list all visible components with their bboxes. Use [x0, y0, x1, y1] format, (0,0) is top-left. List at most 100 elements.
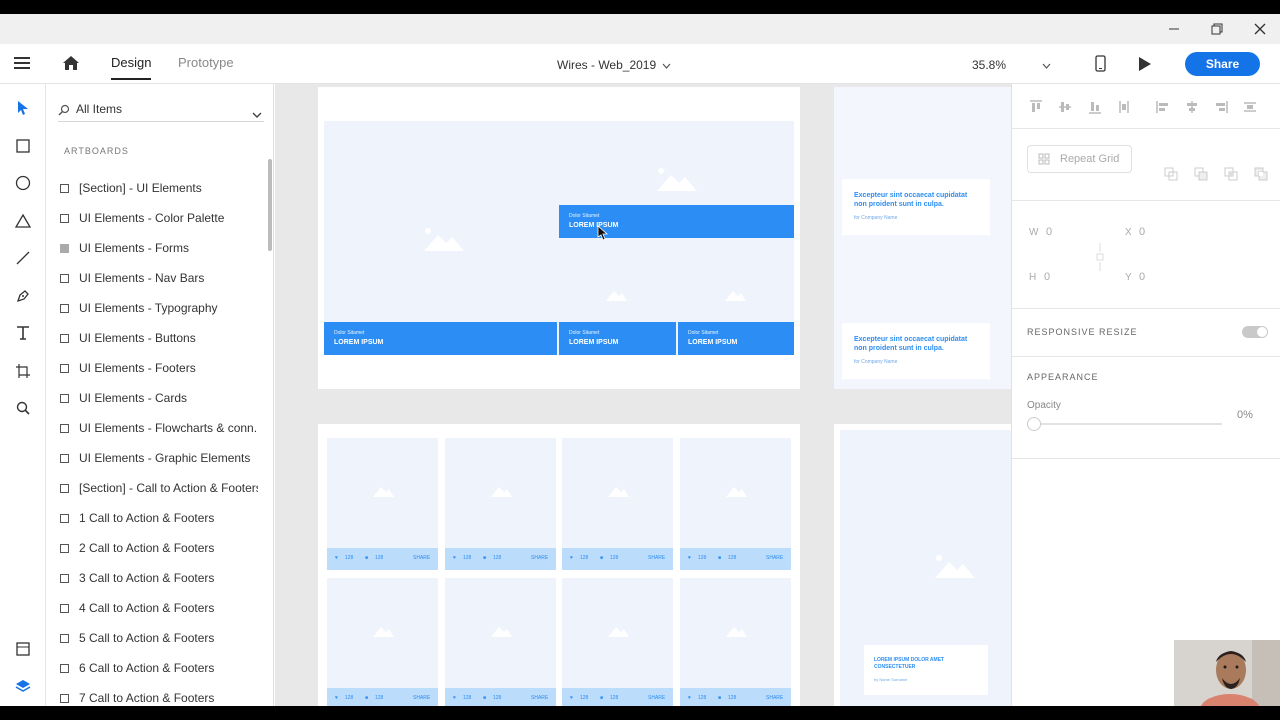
layer-item[interactable]: 3 Call to Action & Footers — [58, 566, 258, 590]
y-field[interactable]: 0 — [1139, 271, 1145, 283]
layer-item[interactable]: 1 Call to Action & Footers — [58, 506, 258, 530]
distribute-vertical-icon[interactable] — [1117, 100, 1131, 114]
align-right-icon[interactable] — [1214, 100, 1228, 114]
artboard-icon — [60, 693, 69, 703]
canvas[interactable]: Dolor Sitamet LOREM IPSUM Dolor Sitamet … — [275, 84, 1011, 706]
layer-item[interactable]: 5 Call to Action & Footers — [58, 626, 258, 650]
layer-item[interactable]: UI Elements - Cards — [58, 386, 258, 410]
artboard-icon — [60, 603, 69, 613]
line-tool-icon[interactable] — [11, 246, 35, 270]
align-left-icon[interactable] — [1156, 100, 1170, 114]
share-link[interactable]: SHARE — [413, 695, 430, 701]
share-link[interactable]: SHARE — [413, 555, 430, 561]
boolean-exclude-icon[interactable] — [1254, 167, 1268, 181]
layer-item[interactable]: [Section] - UI Elements — [58, 176, 258, 200]
card-footer: ♥ 128 ■ 128 SHARE — [445, 548, 556, 570]
comments-count: 128 — [610, 555, 619, 561]
zoom-tool-icon[interactable] — [11, 396, 35, 420]
layer-item[interactable]: [Section] - Call to Action & Footers — [58, 476, 258, 500]
align-top-icon[interactable] — [1029, 100, 1043, 114]
repeat-grid-icon — [1038, 153, 1050, 165]
distribute-horizontal-icon[interactable] — [1243, 100, 1257, 114]
layer-item[interactable]: 7 Call to Action & Footers — [58, 686, 258, 706]
layer-item[interactable]: UI Elements - Nav Bars — [58, 266, 258, 290]
device-preview-icon[interactable] — [1095, 55, 1107, 78]
divider — [1012, 356, 1280, 357]
artboard-hero[interactable]: Dolor Sitamet LOREM IPSUM Dolor Sitamet … — [318, 87, 800, 389]
tab-design[interactable]: Design — [111, 55, 152, 80]
hamburger-menu-icon[interactable] — [14, 55, 32, 76]
quote-text: Excepteur sint occaecat cupidatat non pr… — [854, 192, 968, 208]
polygon-tool-icon[interactable] — [11, 209, 35, 233]
zoom-value: 35.8% — [972, 58, 1007, 72]
share-link[interactable]: SHARE — [648, 695, 665, 701]
likes-count: 128 — [345, 695, 354, 701]
tab-prototype[interactable]: Prototype — [178, 55, 234, 70]
layer-item[interactable]: UI Elements - Buttons — [58, 326, 258, 350]
share-link[interactable]: SHARE — [531, 555, 548, 561]
chevron-down-icon[interactable] — [252, 106, 262, 124]
layer-item[interactable]: UI Elements - Footers — [58, 356, 258, 380]
height-label: H — [1029, 272, 1037, 283]
select-tool-icon[interactable] — [11, 96, 35, 120]
layer-item[interactable]: UI Elements - Flowcharts & conn... — [58, 416, 258, 440]
share-link[interactable]: SHARE — [648, 555, 665, 561]
minimize-icon[interactable] — [1160, 19, 1188, 39]
opacity-slider-track[interactable] — [1034, 423, 1222, 425]
repeat-grid-button[interactable]: Repeat Grid — [1027, 145, 1132, 173]
text-tool-icon[interactable] — [11, 321, 35, 345]
artboard-testimonials[interactable]: Excepteur sint occaecat cupidatat non pr… — [834, 87, 1011, 389]
layers-icon[interactable] — [11, 674, 35, 698]
align-middle-icon[interactable] — [1058, 100, 1072, 114]
home-icon[interactable] — [62, 55, 80, 76]
xd-window: Design Prototype Wires - Web_2019 35.8% … — [0, 14, 1280, 706]
align-center-icon[interactable] — [1185, 100, 1199, 114]
boolean-add-icon[interactable] — [1164, 167, 1178, 181]
likes-count: 128 — [698, 695, 707, 701]
share-link[interactable]: SHARE — [766, 555, 783, 561]
layers-panel: All Items ARTBOARDS [Section] - UI Eleme… — [46, 84, 274, 706]
responsive-resize-toggle[interactable] — [1242, 326, 1268, 338]
likes-count: 128 — [463, 695, 472, 701]
artboard-article[interactable]: LOREM IPSUM DOLOR AMET CONSECTETUER by N… — [834, 424, 1011, 706]
layer-item[interactable]: 4 Call to Action & Footers — [58, 596, 258, 620]
opacity-value[interactable]: 0% — [1237, 409, 1253, 421]
card-placeholder: ♥ 128 ■ 128 SHARE — [445, 438, 556, 570]
artboard-cards-grid[interactable]: ♥ 128 ■ 128 SHARE ♥ 128 ■ 128 SHARE ♥ 128 ■ 128 SHARE ♥… — [318, 424, 800, 706]
document-title-dropdown[interactable]: Wires - Web_2019 — [557, 56, 671, 74]
layer-item[interactable]: 6 Call to Action & Footers — [58, 656, 258, 680]
width-field[interactable]: 0 — [1046, 226, 1052, 238]
artboard-tool-icon[interactable] — [11, 359, 35, 383]
play-icon[interactable] — [1138, 56, 1152, 77]
share-button[interactable]: Share — [1185, 52, 1260, 76]
height-field[interactable]: 0 — [1044, 271, 1050, 283]
zoom-dropdown[interactable]: 35.8% — [972, 56, 1051, 74]
boolean-subtract-icon[interactable] — [1194, 167, 1208, 181]
x-field[interactable]: 0 — [1139, 226, 1145, 238]
opacity-slider-handle[interactable] — [1027, 417, 1041, 431]
search-input[interactable]: All Items — [58, 98, 264, 122]
divider — [1012, 308, 1280, 309]
mouse-cursor-icon — [597, 225, 609, 241]
card-placeholder: ♥ 128 ■ 128 SHARE — [680, 578, 791, 706]
card-footer: ♥ 128 ■ 128 SHARE — [562, 548, 673, 570]
close-icon[interactable] — [1246, 19, 1274, 39]
align-bottom-icon[interactable] — [1088, 100, 1102, 114]
restore-icon[interactable] — [1203, 19, 1231, 39]
boolean-intersect-icon[interactable] — [1224, 167, 1238, 181]
card-footer: ♥ 128 ■ 128 SHARE — [680, 548, 791, 570]
layer-item[interactable]: UI Elements - Forms — [58, 236, 258, 260]
mountain-icon — [491, 627, 512, 637]
assets-icon[interactable] — [11, 637, 35, 661]
scrollbar[interactable] — [268, 159, 272, 251]
layer-item[interactable]: UI Elements - Graphic Elements — [58, 446, 258, 470]
ellipse-tool-icon[interactable] — [11, 171, 35, 195]
share-link[interactable]: SHARE — [531, 695, 548, 701]
lock-aspect-icon[interactable] — [1096, 242, 1104, 272]
layer-item[interactable]: 2 Call to Action & Footers — [58, 536, 258, 560]
share-link[interactable]: SHARE — [766, 695, 783, 701]
layer-item[interactable]: UI Elements - Typography — [58, 296, 258, 320]
layer-item[interactable]: UI Elements - Color Palette — [58, 206, 258, 230]
pen-tool-icon[interactable] — [11, 284, 35, 308]
rectangle-tool-icon[interactable] — [11, 134, 35, 158]
